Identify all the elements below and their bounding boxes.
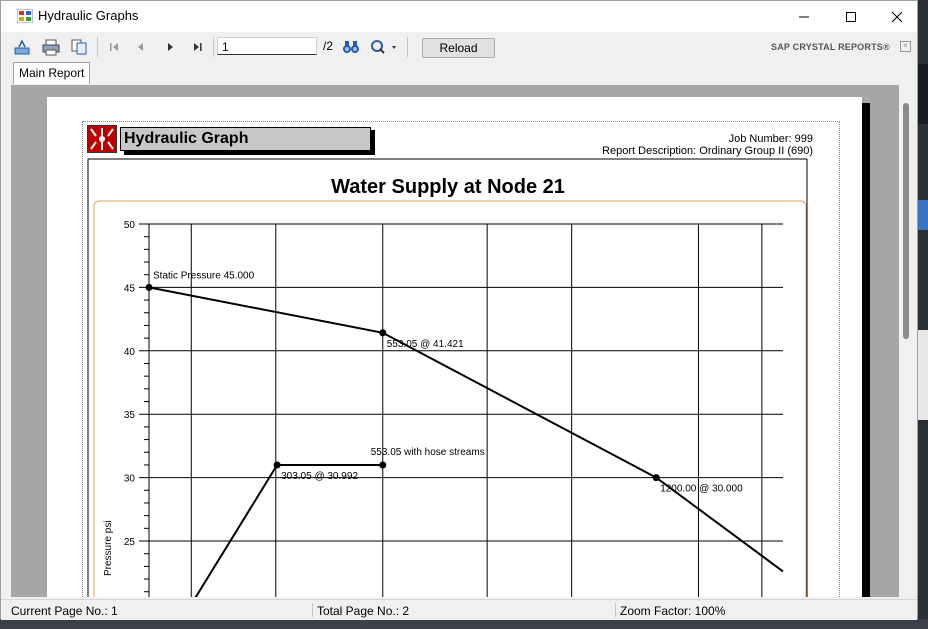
y-tick-label: 50 — [124, 220, 136, 231]
y-tick-label: 30 — [124, 474, 136, 485]
last-page-button[interactable] — [189, 38, 207, 56]
data-label: 303.05 @ 30.992 — [281, 471, 358, 482]
status-separator — [312, 603, 313, 617]
find-button[interactable] — [342, 38, 360, 56]
hydraulic-graphs-window: Hydraulic Graphs 1 /2 Reload SAP CRYSTAL… — [0, 0, 918, 620]
y-axis: 25 30 35 40 45 50 — [124, 220, 150, 597]
background-bottom — [0, 619, 928, 629]
binoculars-icon — [343, 41, 359, 53]
close-panel-icon[interactable]: × — [900, 41, 911, 52]
maximize-icon — [846, 11, 856, 22]
series-line-1 — [148, 286, 784, 573]
y-tick-label: 25 — [124, 537, 136, 548]
window-title: Hydraulic Graphs — [38, 8, 139, 23]
scrollbar-thumb[interactable] — [903, 103, 909, 339]
chart-series — [145, 283, 784, 597]
title-bar: Hydraulic Graphs — [1, 1, 917, 32]
toolbar-separator — [407, 37, 408, 57]
hydraulic-chart: Water Supply at Node 21 25 30 35 40 45 50 Sta… — [87, 158, 808, 597]
close-button[interactable] — [874, 1, 920, 32]
report-viewer: Hydraulic Graph Job Number: 999 Report D… — [11, 85, 914, 597]
crystal-reports-brand: SAP CRYSTAL REPORTS® — [771, 42, 890, 52]
copy-icon — [71, 39, 87, 55]
data-point — [273, 461, 281, 469]
toolbar-separator — [97, 37, 98, 57]
previous-page-button[interactable] — [132, 38, 150, 56]
toolbar-separator — [213, 37, 214, 57]
report-tabs: Main Report — [1, 62, 917, 84]
export-button[interactable] — [13, 38, 31, 56]
y-tick-label: 45 — [124, 283, 136, 294]
export-icon — [14, 39, 30, 55]
chart-annotations: Static Pressure 45.000 553.05 @ 41.421 553… — [153, 270, 743, 494]
report-toolbar: 1 /2 Reload SAP CRYSTAL REPORTS® × — [1, 32, 917, 62]
first-page-icon — [110, 43, 118, 51]
plot-frame — [93, 200, 807, 597]
status-bar: Current Page No.: 1 Total Page No.: 2 Zo… — [1, 599, 917, 620]
data-label: 553.05 @ 41.421 — [387, 339, 464, 350]
reload-button[interactable]: Reload — [422, 38, 495, 58]
y-axis-label: Pressure psi — [103, 520, 114, 576]
data-label: 1200.00 @ 30.000 — [660, 484, 743, 495]
page-number-input[interactable]: 1 — [217, 37, 317, 55]
y-tick-label: 40 — [124, 347, 136, 358]
minimize-icon — [799, 16, 809, 17]
vertical-scrollbar[interactable] — [899, 85, 914, 597]
zoom-icon — [371, 40, 396, 54]
zoom-factor-status: Zoom Factor: 100% — [620, 604, 726, 618]
data-point — [652, 474, 660, 482]
total-pages-status: Total Page No.: 2 — [317, 604, 410, 618]
next-page-icon — [168, 43, 173, 51]
last-page-icon — [194, 43, 202, 51]
data-point — [145, 283, 153, 291]
data-label: 553.05 with hose streams — [371, 447, 485, 458]
series-line-2 — [194, 464, 383, 597]
current-page-status: Current Page No.: 1 — [11, 604, 118, 618]
chart-title: Water Supply at Node 21 — [331, 176, 565, 198]
y-tick-label: 35 — [124, 410, 136, 421]
copy-button[interactable] — [70, 38, 88, 56]
background-right-app — [918, 0, 928, 629]
minimize-button[interactable] — [781, 1, 827, 32]
report-page: Hydraulic Graph Job Number: 999 Report D… — [47, 97, 862, 597]
next-page-button[interactable] — [161, 38, 179, 56]
tab-main-report[interactable]: Main Report — [13, 62, 91, 84]
maximize-button[interactable] — [828, 1, 874, 32]
page-total-label: /2 — [323, 39, 334, 53]
data-point — [379, 329, 387, 337]
app-icon — [17, 9, 33, 23]
close-icon — [891, 11, 903, 22]
print-icon — [42, 39, 60, 56]
first-page-button[interactable] — [105, 38, 123, 56]
data-point — [379, 461, 387, 469]
print-button[interactable] — [42, 38, 60, 56]
zoom-dropdown-button[interactable] — [369, 38, 399, 56]
status-separator — [615, 603, 616, 617]
previous-page-icon — [138, 43, 143, 51]
data-label: Static Pressure 45.000 — [153, 270, 255, 281]
